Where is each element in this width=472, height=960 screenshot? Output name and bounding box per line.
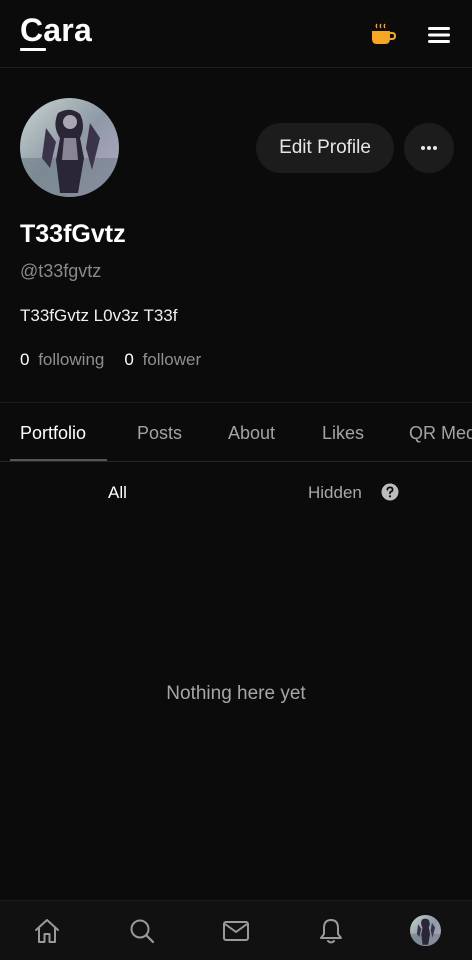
mail-icon[interactable]	[222, 917, 250, 945]
cara-logo[interactable]: Cara	[20, 12, 92, 49]
follower-label: follower	[142, 350, 202, 369]
follow-stats: 0 following 0 follower	[20, 350, 201, 370]
ellipsis-icon	[421, 146, 437, 150]
tab-posts[interactable]: Posts	[137, 423, 182, 444]
profile-bio: T33fGvtz L0v3z T33f	[20, 306, 178, 325]
empty-state-message: Nothing here yet	[166, 683, 306, 704]
hamburger-menu-icon[interactable]	[427, 25, 451, 45]
top-bar: Cara	[0, 0, 472, 68]
display-name: T33fGvtz	[20, 220, 126, 248]
follower-count: 0	[124, 350, 134, 369]
more-options-button[interactable]	[404, 123, 454, 173]
follower-stat[interactable]: 0 follower	[124, 350, 201, 370]
tab-portfolio[interactable]: Portfolio	[20, 423, 86, 444]
coffee-cup-icon[interactable]	[370, 22, 396, 46]
following-stat[interactable]: 0 following	[20, 350, 104, 370]
profile-tabs: Portfolio Posts About Likes QR Media	[0, 403, 472, 461]
following-label: following	[38, 350, 105, 369]
help-circle-icon[interactable]	[381, 483, 399, 501]
username-handle: @t33fgvtz	[20, 261, 102, 281]
bell-icon[interactable]	[317, 917, 345, 945]
following-count: 0	[20, 350, 30, 369]
home-icon[interactable]	[33, 917, 61, 945]
filter-hidden[interactable]: Hidden	[308, 483, 362, 503]
tab-qr-media[interactable]: QR Media	[409, 423, 472, 444]
search-icon[interactable]	[128, 917, 156, 945]
profile-avatar[interactable]	[20, 98, 119, 197]
edit-profile-button[interactable]: Edit Profile	[256, 123, 394, 173]
tab-about[interactable]: About	[228, 423, 275, 444]
filter-all[interactable]: All	[108, 483, 127, 503]
logo-underline	[20, 48, 46, 51]
tab-likes[interactable]: Likes	[322, 423, 364, 444]
profile-avatar[interactable]	[410, 915, 441, 946]
profile-page: Cara Edit Profile T33fGvtz @t33fgvtz T33…	[0, 0, 472, 960]
divider	[0, 461, 472, 462]
bottom-navigation	[0, 900, 472, 960]
